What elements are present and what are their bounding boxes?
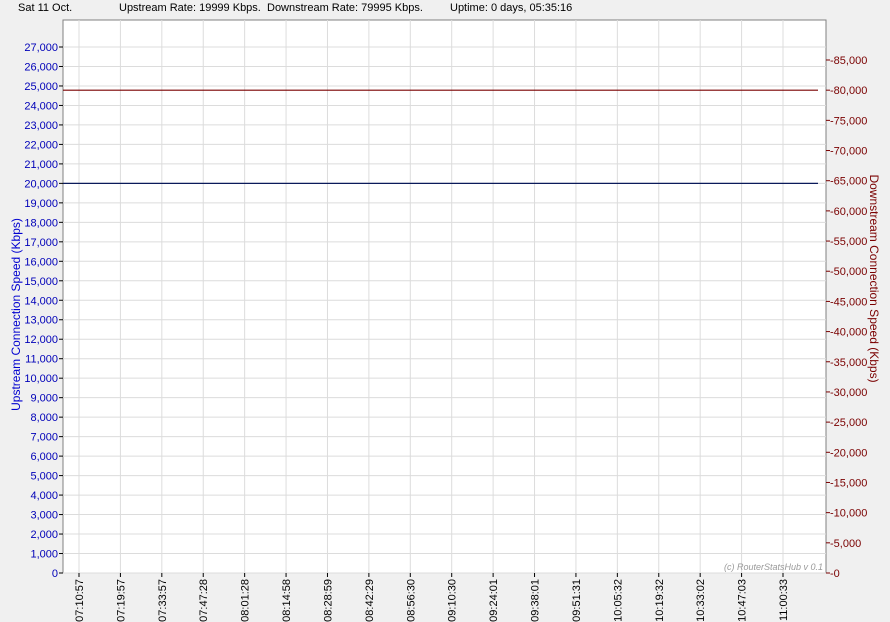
left-tick-label: 27,000 — [24, 42, 58, 54]
x-tick-label: 09:24:01 — [488, 579, 500, 622]
right-tick-label: -50,000 — [830, 266, 867, 278]
status-bar: Sat 11 Oct. Upstream Rate: 19999 Kbps. D… — [0, 0, 890, 18]
left-tick-label: 21,000 — [24, 159, 58, 171]
connection-speed-chart: 0 1,000 2,000 3,000 4,000 5,000 6,000 7,000 8,00… — [9, 19, 881, 622]
x-tick-label: 09:38:01 — [530, 579, 542, 622]
right-tick-label: -40,000 — [830, 327, 867, 339]
plot-background — [62, 19, 827, 574]
left-tick-label: 25,000 — [24, 81, 58, 93]
credit-text: (c) RouterStatsHub v 0.1 — [724, 562, 823, 572]
left-tick-label: 3,000 — [30, 510, 58, 522]
left-tick-label: 22,000 — [24, 139, 58, 151]
right-tick-label: -20,000 — [830, 447, 867, 459]
x-tick-label: 07:33:57 — [157, 579, 169, 622]
left-tick-label: 0 — [52, 568, 58, 580]
right-axis-title: Downstream Connection Speed (Kbps) — [867, 174, 881, 382]
left-tick-label: 18,000 — [24, 217, 58, 229]
right-axis: -0 -5,000 -10,000 -15,000 -20,000 -25,000 -30,… — [826, 55, 867, 580]
x-tick-label: 07:47:28 — [198, 579, 210, 622]
left-tick-label: 26,000 — [24, 61, 58, 73]
left-tick-label: 14,000 — [24, 295, 58, 307]
left-tick-label: 1,000 — [30, 549, 58, 561]
x-tick-label: 07:10:57 — [74, 579, 86, 622]
x-tick-label: 08:14:58 — [281, 579, 293, 622]
right-tick-label: -15,000 — [830, 477, 867, 489]
left-axis-title: Upstream Connection Speed (Kbps) — [9, 218, 23, 411]
chart-area: 0 1,000 2,000 3,000 4,000 5,000 6,000 7,000 8,00… — [0, 18, 890, 622]
x-tick-label: 11:00:33 — [778, 579, 790, 621]
left-tick-label: 12,000 — [24, 334, 58, 346]
left-tick-label: 17,000 — [24, 237, 58, 249]
left-axis: 0 1,000 2,000 3,000 4,000 5,000 6,000 7,000 8,00… — [24, 42, 63, 580]
left-tick-label: 9,000 — [30, 393, 58, 405]
left-tick-label: 20,000 — [24, 178, 58, 190]
downstream-rate: Downstream Rate: 79995 Kbps. — [267, 2, 423, 14]
x-tick-label: 09:10:30 — [447, 579, 459, 622]
x-tick-label: 09:51:31 — [571, 579, 583, 622]
left-tick-label: 10,000 — [24, 373, 58, 385]
x-tick-label: 10:33:02 — [695, 579, 707, 622]
left-tick-label: 2,000 — [30, 529, 58, 541]
left-tick-label: 19,000 — [24, 198, 58, 210]
status-date: Sat 11 Oct. — [18, 2, 73, 14]
x-tick-label: 10:05:32 — [612, 579, 624, 622]
right-tick-label: -60,000 — [830, 206, 867, 218]
right-tick-label: -80,000 — [830, 85, 867, 97]
x-tick-label: 08:01:28 — [240, 579, 252, 622]
left-tick-label: 24,000 — [24, 100, 58, 112]
x-tick-label: 10:19:32 — [654, 579, 666, 622]
x-tick-label: 08:56:30 — [405, 579, 417, 622]
left-tick-label: 11,000 — [25, 354, 58, 366]
left-tick-label: 7,000 — [30, 432, 58, 444]
right-tick-label: -45,000 — [830, 296, 867, 308]
upstream-rate: Upstream Rate: 19999 Kbps. — [119, 2, 261, 14]
left-tick-label: 13,000 — [24, 315, 58, 327]
right-tick-label: -75,000 — [830, 115, 867, 127]
x-tick-label: 07:19:57 — [115, 579, 127, 622]
x-tick-label: 08:28:59 — [322, 579, 334, 622]
right-tick-label: -85,000 — [830, 55, 867, 67]
left-tick-label: 5,000 — [30, 471, 58, 483]
right-tick-label: -35,000 — [830, 357, 867, 369]
left-tick-label: 4,000 — [30, 490, 58, 502]
right-tick-label: -30,000 — [830, 387, 867, 399]
right-tick-label: -70,000 — [830, 146, 867, 158]
right-tick-label: -10,000 — [830, 508, 867, 520]
right-tick-label: -65,000 — [830, 176, 867, 188]
right-tick-label: -55,000 — [830, 236, 867, 248]
left-tick-label: 8,000 — [30, 412, 58, 424]
left-tick-label: 16,000 — [24, 256, 58, 268]
left-tick-label: 23,000 — [24, 120, 58, 132]
right-tick-label: -5,000 — [830, 538, 861, 550]
left-tick-label: 15,000 — [24, 276, 58, 288]
uptime: Uptime: 0 days, 05:35:16 — [450, 2, 573, 14]
right-tick-label: -0 — [830, 568, 840, 580]
x-axis: 07:10:57 07:19:57 07:33:57 07:47:28 08:01:28… — [74, 573, 790, 622]
left-tick-label: 6,000 — [30, 451, 58, 463]
x-tick-label: 08:42:29 — [364, 579, 376, 622]
right-tick-label: -25,000 — [830, 417, 867, 429]
x-tick-label: 10:47:03 — [737, 579, 749, 622]
